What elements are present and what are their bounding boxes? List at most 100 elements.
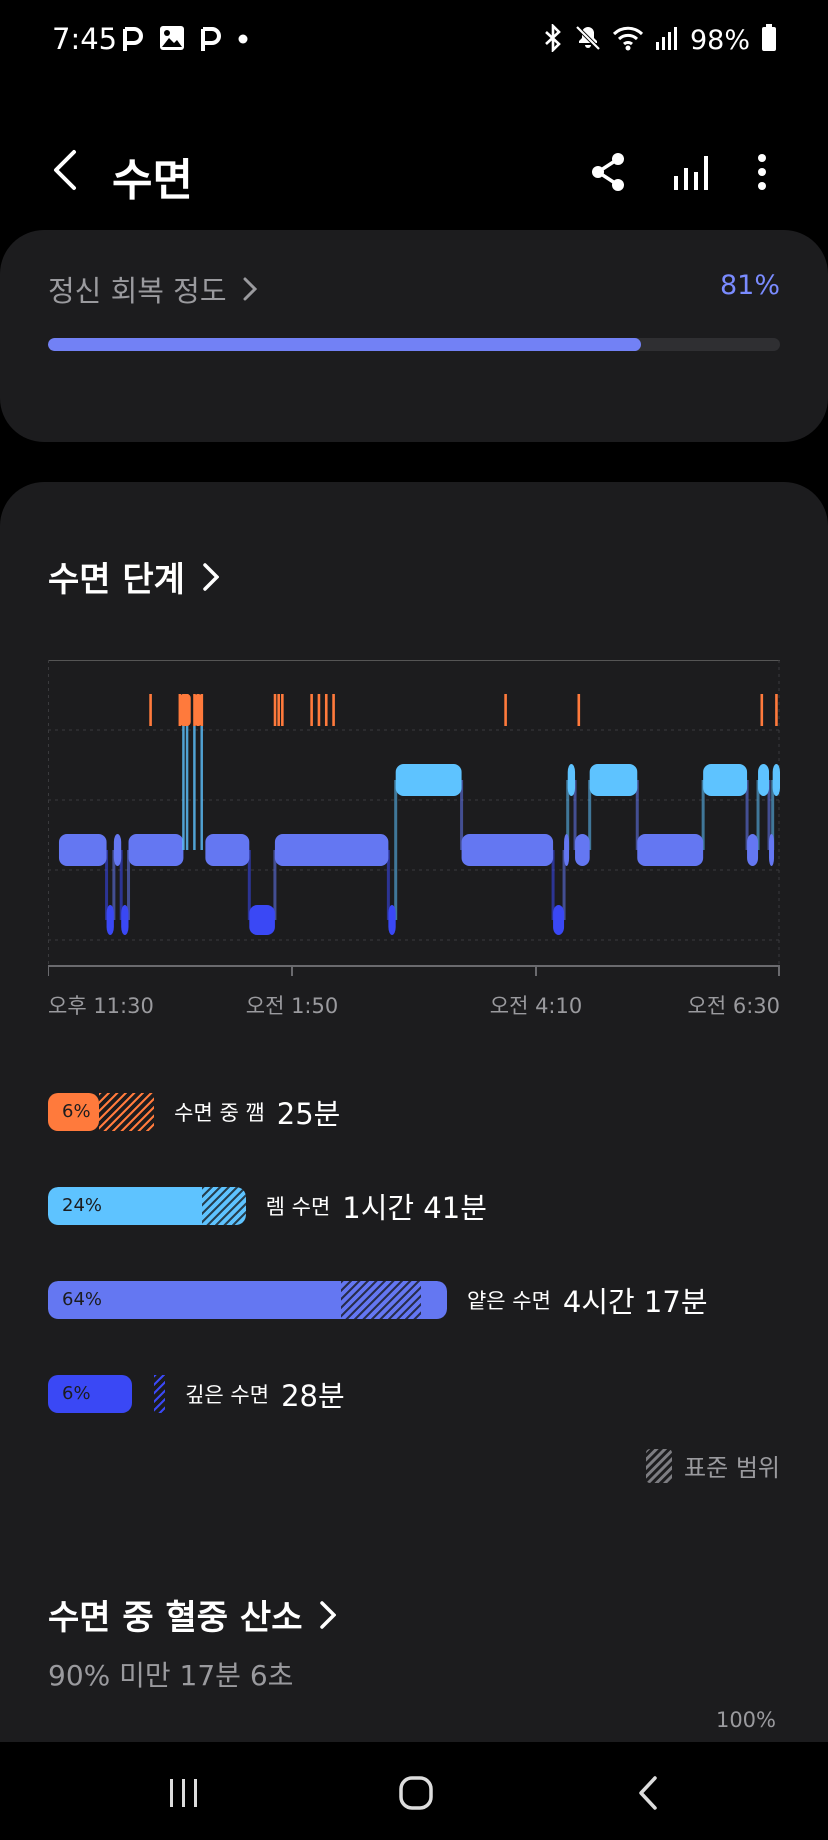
stage-duration: 25분: [276, 1097, 341, 1131]
stage-block-light: [461, 834, 554, 866]
stage-block-deep: [249, 905, 275, 935]
mental-recovery-value: 81%: [719, 270, 780, 301]
axis-label-2: 오전 1:50: [245, 994, 339, 1018]
battery-percent: 98%: [689, 24, 750, 56]
stage-bar-awake: 6%: [48, 1093, 155, 1131]
stage-row-light: 64% 얕은 수면 4시간 17분: [48, 1280, 708, 1320]
stage-block-deep: [553, 905, 565, 935]
awake-mark: [281, 694, 284, 726]
stage-block-light: [205, 834, 250, 866]
p-notification-icon: [200, 23, 222, 57]
stage-percent: 6%: [62, 1101, 91, 1122]
recent-apps-button[interactable]: [154, 1768, 214, 1818]
mental-recovery-label: 정신 회복 정도: [48, 274, 227, 308]
stage-name: 얕은 수면: [466, 1289, 551, 1313]
mental-recovery-progress: [48, 338, 780, 351]
awake-mark: [277, 694, 280, 726]
blood-oxygen-axis-max: 100%: [715, 1708, 776, 1732]
awake-mark: [332, 694, 335, 726]
chevron-right-icon: [243, 277, 257, 301]
stage-block-rem: [567, 764, 576, 796]
status-time: 7:45: [52, 22, 118, 56]
stage-block-light: [769, 834, 775, 866]
chevron-right-icon: [320, 1600, 337, 1629]
home-icon: [399, 1776, 433, 1810]
stage-bar-deep: 6%: [48, 1375, 166, 1413]
awake-mark: [504, 694, 507, 726]
share-button[interactable]: [580, 144, 636, 200]
share-icon: [592, 153, 624, 191]
awake-mark: [317, 694, 321, 726]
stage-row-awake: 6% 수면 중 깸 25분: [48, 1092, 340, 1132]
time-axis: 오후 11:30 오전 1:50 오전 4:10 오전 6:30: [48, 982, 780, 1022]
stage-block-light: [747, 834, 759, 866]
stage-block-rem: [772, 764, 780, 796]
stage-block-rem: [395, 764, 462, 796]
chevron-left-icon: [54, 150, 76, 190]
stage-name: 렘 수면: [265, 1195, 331, 1219]
sleep-hypnogram-chart[interactable]: [48, 660, 780, 980]
stage-row-deep: 6% 깊은 수면 28분: [48, 1374, 345, 1414]
stage-block-deep: [121, 905, 129, 935]
stage-block-rem: [589, 764, 638, 796]
stage-name: 깊은 수면: [185, 1383, 270, 1407]
axis-label-start: 오후 11:30: [48, 994, 154, 1018]
stage-block-light: [58, 834, 107, 866]
stage-block-light: [564, 834, 570, 866]
standard-range-hatch: [154, 1375, 166, 1413]
mute-icon: [574, 24, 602, 56]
dot-icon: [236, 31, 250, 50]
awake-mark: [577, 694, 581, 726]
stage-block-light: [575, 834, 590, 866]
back-icon: [639, 1776, 657, 1810]
status-bar: 7:45 98%: [0, 0, 828, 80]
awake-mark: [324, 694, 328, 726]
awake-mark: [310, 694, 313, 726]
signal-icon: [654, 24, 680, 56]
navigation-bar: [0, 1742, 828, 1840]
wifi-icon: [612, 24, 644, 56]
stage-block-rem: [703, 764, 748, 796]
stats-button[interactable]: [662, 144, 718, 200]
notification-icons: [122, 22, 250, 58]
standard-range-hatch: [201, 1187, 246, 1225]
awake-block: [179, 694, 191, 726]
stage-duration: 1시간 41분: [342, 1191, 487, 1225]
stage-row-rem: 24% 렘 수면 1시간 41분: [48, 1186, 487, 1226]
mental-recovery-card[interactable]: 정신 회복 정도 81%: [0, 230, 828, 442]
stage-percent: 64%: [62, 1289, 103, 1310]
nav-back-button[interactable]: [618, 1768, 678, 1818]
blood-oxygen-link[interactable]: 수면 중 혈중 산소: [48, 1590, 337, 1639]
more-icon: [758, 154, 766, 190]
back-button[interactable]: [40, 140, 90, 200]
stage-block-deep: [388, 905, 396, 935]
mental-recovery-link[interactable]: 정신 회복 정도: [48, 268, 257, 310]
blood-oxygen-summary: 90% 미만 17분 6초: [48, 1659, 294, 1692]
awake-mark: [760, 694, 764, 726]
awake-block: [194, 694, 202, 726]
stage-block-light: [113, 834, 122, 866]
sleep-stages-title: 수면 단계: [48, 560, 185, 600]
stage-bar-rem: 24%: [48, 1187, 246, 1225]
chevron-right-icon: [203, 562, 219, 591]
stage-name: 수면 중 깸: [174, 1101, 265, 1125]
awake-mark: [775, 694, 778, 726]
stage-block-light: [274, 834, 389, 866]
recent-apps-icon: [170, 1779, 197, 1807]
standard-range-label: 표준 범위: [684, 1454, 780, 1482]
battery-icon: [760, 23, 778, 57]
sleep-stages-link[interactable]: 수면 단계: [48, 552, 219, 601]
standard-range-hatch: [340, 1281, 422, 1319]
stage-block-light: [637, 834, 704, 866]
more-options-button[interactable]: [734, 144, 790, 200]
stage-block-light: [128, 834, 184, 866]
stage-block-rem: [758, 764, 770, 796]
axis-label-3: 오전 4:10: [489, 994, 583, 1018]
image-icon: [158, 24, 186, 56]
bluetooth-icon: [542, 22, 564, 56]
awake-mark: [149, 694, 152, 726]
home-button[interactable]: [386, 1768, 446, 1818]
axis-label-end: 오전 6:30: [687, 994, 780, 1018]
app-header: 수면: [0, 120, 828, 220]
stage-bar-light: 64%: [48, 1281, 447, 1319]
